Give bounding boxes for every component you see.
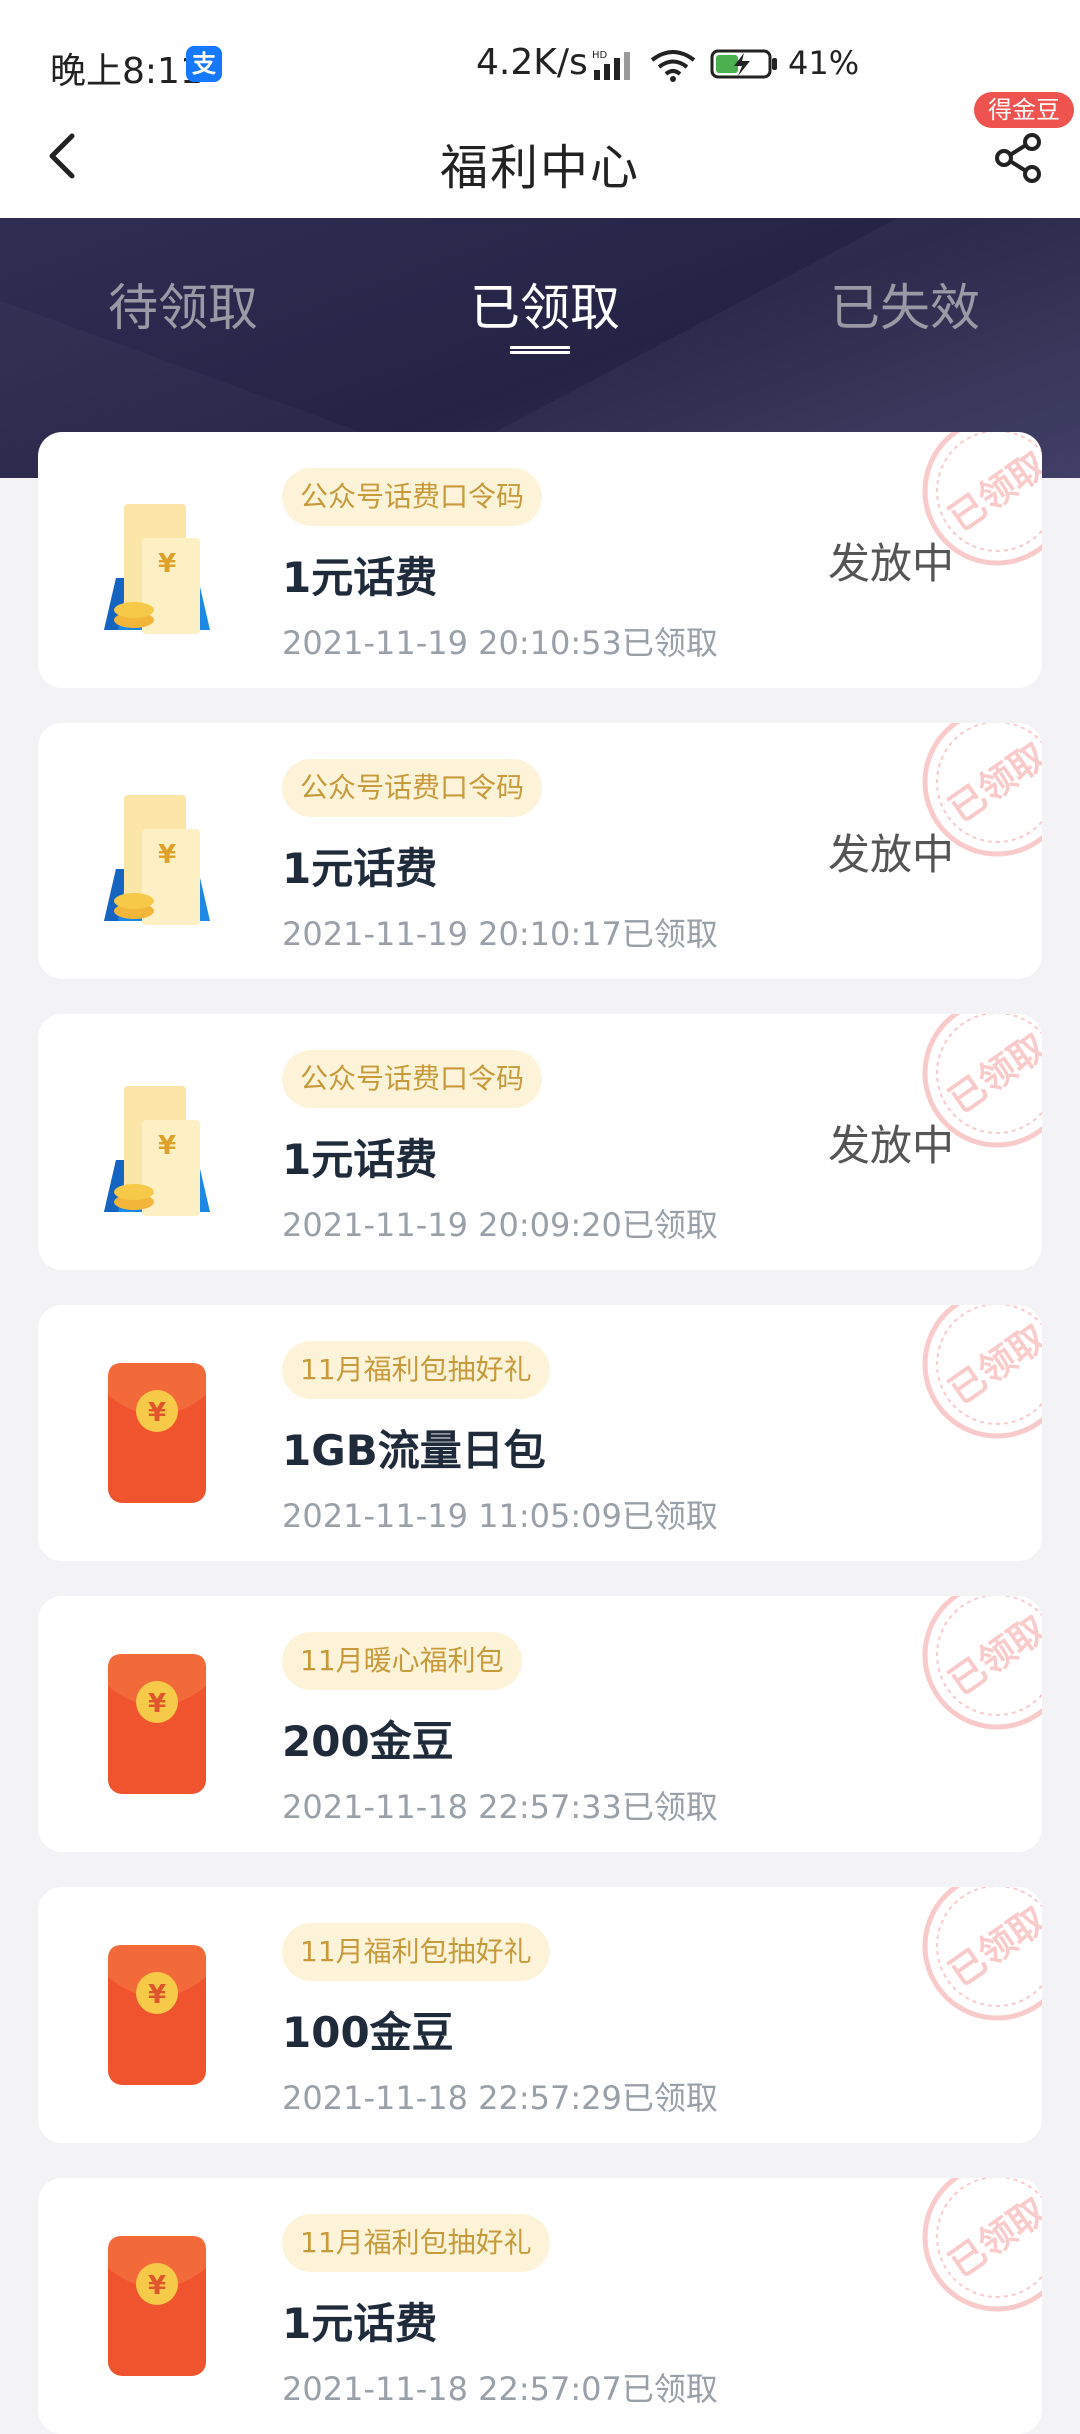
svg-text:¥: ¥ <box>158 840 176 870</box>
battery-icon <box>710 49 777 79</box>
red-envelope-icon: ¥ <box>108 1945 206 2085</box>
stamp-label: 已领取 <box>942 1608 1042 1704</box>
svg-text:¥: ¥ <box>158 1131 176 1161</box>
reward-card[interactable]: ¥ 已领取 11月福利包抽好礼 1GB流量日包 2021-11-19 11:05:09已… <box>38 1305 1042 1561</box>
card-status: 发放中 <box>827 830 954 879</box>
card-time: 2021-11-19 11:05:09已领取 <box>282 1497 718 1535</box>
network-speed: 4.2K/s <box>476 42 588 83</box>
card-title: 1元话费 <box>282 553 438 602</box>
battery-percent: 41% <box>788 44 860 82</box>
card-tag: 公众号话费口令码 <box>282 759 543 817</box>
card-tag: 公众号话费口令码 <box>282 468 543 526</box>
reward-card[interactable]: ¥ 已领取 11月福利包抽好礼 100金豆 2021-11-18 22:57:29已领取 <box>38 1887 1042 2143</box>
card-title: 100金豆 <box>282 2008 454 2057</box>
phone-credit-icon: ¥ <box>104 795 210 925</box>
card-time: 2021-11-18 22:57:29已领取 <box>282 2079 718 2117</box>
card-status: 发放中 <box>827 1121 954 1170</box>
card-title: 1元话费 <box>282 2299 438 2348</box>
stamp-label: 已领取 <box>942 2190 1042 2286</box>
tab-expired[interactable]: 已失效 <box>830 268 980 340</box>
hd-label: HD <box>592 50 608 61</box>
card-time: 2021-11-18 22:57:33已领取 <box>282 1788 718 1826</box>
card-title: 200金豆 <box>282 1717 454 1766</box>
status-time: 晚上8:11 <box>50 51 203 92</box>
card-title: 1元话费 <box>282 844 438 893</box>
stamp-label: 已领取 <box>942 1899 1042 1995</box>
page-title: 福利中心 <box>439 140 640 196</box>
card-time: 2021-11-19 20:10:53已领取 <box>282 624 718 662</box>
active-tab-indicator <box>510 346 570 354</box>
svg-text:¥: ¥ <box>148 1398 166 1428</box>
reward-card[interactable]: ¥ 已领取 公众号话费口令码 1元话费 2021-11-19 20:10:17已领取 发放… <box>38 723 1042 979</box>
svg-text:¥: ¥ <box>148 1980 166 2010</box>
card-title: 1GB流量日包 <box>282 1426 546 1475</box>
card-title: 1元话费 <box>282 1135 438 1184</box>
red-envelope-icon: ¥ <box>108 2236 206 2376</box>
card-time: 2021-11-19 20:10:17已领取 <box>282 915 718 953</box>
received-stamp-icon: 已领取 <box>922 1596 1042 1730</box>
reward-card[interactable]: ¥ 已领取 公众号话费口令码 1元话费 2021-11-19 20:10:53已领取 发放… <box>38 432 1042 688</box>
received-stamp-icon: 已领取 <box>922 1305 1042 1439</box>
stamp-label: 已领取 <box>942 735 1042 831</box>
card-tag: 公众号话费口令码 <box>282 1050 543 1108</box>
stamp-label: 已领取 <box>942 1317 1042 1413</box>
phone-credit-icon: ¥ <box>104 504 210 634</box>
received-stamp-icon: 已领取 <box>922 1887 1042 2021</box>
card-tag: 11月福利包抽好礼 <box>282 1923 550 1981</box>
stamp-label: 已领取 <box>942 1026 1042 1122</box>
share-icon[interactable] <box>990 130 1048 186</box>
svg-text:¥: ¥ <box>148 1689 166 1719</box>
tab-received[interactable]: 已领取 <box>470 268 620 340</box>
tab-pending[interactable]: 待领取 <box>108 268 258 340</box>
card-status: 发放中 <box>827 539 954 588</box>
svg-text:¥: ¥ <box>148 2271 166 2301</box>
received-stamp-icon: 已领取 <box>922 2178 1042 2312</box>
red-envelope-icon: ¥ <box>108 1654 206 1794</box>
signal-icon: HD <box>592 50 630 80</box>
reward-card[interactable]: ¥ 已领取 公众号话费口令码 1元话费 2021-11-19 20:09:20已领取 发放… <box>38 1014 1042 1270</box>
stamp-label: 已领取 <box>942 444 1042 540</box>
phone-credit-icon: ¥ <box>104 1086 210 1216</box>
title-bar: 福利中心 得金豆 <box>0 92 1080 220</box>
card-tag: 11月福利包抽好礼 <box>282 2214 550 2272</box>
gold-bean-badge[interactable]: 得金豆 <box>974 92 1074 128</box>
reward-card[interactable]: ¥ 已领取 11月福利包抽好礼 1元话费 2021-11-18 22:57:07已领取 <box>38 2178 1042 2434</box>
svg-text:¥: ¥ <box>158 549 176 579</box>
card-tag: 11月暖心福利包 <box>282 1632 522 1690</box>
red-envelope-icon: ¥ <box>108 1363 206 1503</box>
card-time: 2021-11-19 20:09:20已领取 <box>282 1206 718 1244</box>
wifi-icon <box>650 50 696 82</box>
card-time: 2021-11-18 22:57:07已领取 <box>282 2370 718 2408</box>
card-tag: 11月福利包抽好礼 <box>282 1341 550 1399</box>
reward-card[interactable]: ¥ 已领取 11月暖心福利包 200金豆 2021-11-18 22:57:33已领取 <box>38 1596 1042 1852</box>
alipay-icon: 支 <box>186 46 222 82</box>
